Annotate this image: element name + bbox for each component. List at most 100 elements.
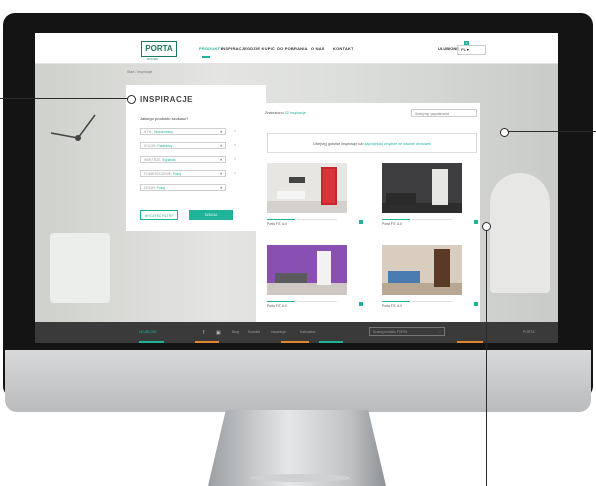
language-select[interactable]: PL ▾ xyxy=(457,45,486,55)
filter-label: STYL: xyxy=(144,130,154,134)
favorite-icon[interactable] xyxy=(359,220,363,224)
monitor-chin xyxy=(5,350,591,412)
favorite-icon[interactable] xyxy=(359,302,363,306)
card-caption: Porta FIT, A.0 xyxy=(382,222,402,226)
filter-value: Pokój xyxy=(172,172,182,176)
bottom-link-inspiracje[interactable]: Inspiracje xyxy=(271,330,286,334)
filter-label: DRZWI: xyxy=(144,186,156,190)
chevron-down-icon: ▾ xyxy=(466,47,469,52)
filter-label: KOLOR: xyxy=(144,144,157,148)
filter-select-styl[interactable]: STYL: Nowoczesny ▾ xyxy=(140,128,226,135)
plant-decoration xyxy=(490,173,550,293)
bottom-link-blog[interactable]: Blog xyxy=(232,330,239,334)
logo-subtitle: DOORS xyxy=(147,57,159,61)
nav-do-pobrania[interactable]: DO POBRANIA xyxy=(277,46,308,51)
results-count-prefix: Znaleziono xyxy=(265,111,284,115)
sort-select[interactable]: Sortuj wg: popularności xyxy=(411,109,477,117)
reset-filters-button[interactable]: WYCZYŚĆ FILTRY xyxy=(140,210,178,220)
youtube-icon[interactable]: ▣ xyxy=(216,330,221,336)
card-photo-purple-room xyxy=(267,245,347,295)
bottom-favorites[interactable]: ULUBIONE xyxy=(139,330,157,334)
filter-select-wnetrze[interactable]: WNĘTRZE: Sypialnia ▾ xyxy=(140,156,226,163)
bottom-right-link[interactable]: PORTA xyxy=(523,330,535,334)
card-caption: Porta FIT, A.0 xyxy=(267,304,287,308)
callout-marker xyxy=(482,222,491,231)
card-caption: Porta FIT, A.0 xyxy=(382,304,402,308)
chevron-down-icon: ▾ xyxy=(220,186,222,190)
page-title: INSPIRACJE xyxy=(140,95,194,104)
favorite-icon[interactable] xyxy=(474,302,478,306)
callout-marker xyxy=(127,95,136,104)
inspiration-card[interactable]: Porta FIT, A.0 xyxy=(382,163,482,231)
favorites-link[interactable]: ULUBIONE xyxy=(438,46,459,51)
search-icon[interactable]: ⌕ xyxy=(439,328,441,337)
porta-logo[interactable]: PORTA xyxy=(141,41,177,57)
filter-label: WNĘTRZE: xyxy=(144,158,162,162)
callout-line xyxy=(486,227,488,486)
site-header: PORTA DOORS PRODUKTY INSPIRACJE GDZIE KU… xyxy=(35,33,558,64)
language-value: PL xyxy=(461,47,466,52)
orange-accent-bar xyxy=(195,341,219,343)
chevron-down-icon: ▾ xyxy=(220,144,222,148)
results-count: Znaleziono 32 inspiracje xyxy=(265,111,306,115)
vase-decoration xyxy=(50,233,110,303)
breadcrumb[interactable]: Start / Inspiracje xyxy=(127,70,152,78)
clear-filter-icon[interactable]: × xyxy=(234,156,236,161)
wall-clock-decoration xyxy=(50,114,96,141)
search-button[interactable]: SZUKAJ xyxy=(189,210,233,220)
promo-banner: Obejrzyj gotowe inspiracje lub zaprojekt… xyxy=(267,133,477,153)
card-accent-line xyxy=(382,219,410,220)
card-divider xyxy=(412,301,452,302)
bottom-toolbar: ULUBIONE f ▣ Blog Kontakt Inspiracje Kal… xyxy=(35,322,558,343)
sort-value: Sortuj wg: popularności xyxy=(415,112,450,116)
filter-value: Pokój xyxy=(156,186,165,190)
nav-inspiracje[interactable]: INSPIRACJE xyxy=(221,46,247,51)
nav-active-indicator xyxy=(202,56,210,58)
chevron-down-icon: ▾ xyxy=(220,130,222,134)
nav-produkty[interactable]: PRODUKTY xyxy=(199,46,223,51)
bottom-link-kalkulator[interactable]: Kalkulator xyxy=(300,330,316,334)
inspiration-card[interactable]: Porta FIT, A.0 xyxy=(267,163,367,231)
nav-gdzie-kupic[interactable]: GDZIE KUPIĆ xyxy=(247,46,275,51)
filter-value: Pastelowy xyxy=(157,144,173,148)
filter-question: Jakiego produktu szukasz? xyxy=(140,116,189,121)
promo-text: Obejrzyj gotowe inspiracje lub xyxy=(313,142,364,146)
results-panel: Znaleziono 32 inspiracje Sortuj wg: popu… xyxy=(256,103,480,333)
card-divider xyxy=(297,219,337,220)
card-accent-line xyxy=(382,301,410,302)
filter-select-drzwi[interactable]: DRZWI: Pokój ▾ xyxy=(140,184,226,191)
filter-panel: INSPIRACJE Jakiego produktu szukasz? STY… xyxy=(126,85,266,231)
filter-value: Sypialnia xyxy=(162,158,176,162)
filter-select-pomieszczenie[interactable]: POMIESZCZENIE: Pokój ▾ xyxy=(140,170,226,177)
nav-kontakt[interactable]: KONTAKT xyxy=(333,46,354,51)
orange-accent-bar xyxy=(457,341,483,343)
callout-line xyxy=(0,98,128,100)
promo-link[interactable]: zaprojektuj wnętrze ze swoimi drzwiami xyxy=(365,142,431,146)
bottom-link-kontakt[interactable]: Kontakt xyxy=(248,330,260,334)
card-photo-red-door xyxy=(267,163,347,213)
inspiration-card[interactable]: Porta FIT, A.0 xyxy=(267,245,367,313)
teal-accent-bar xyxy=(319,341,343,343)
callout-marker xyxy=(500,128,509,137)
search-input[interactable]: Szukaj produktu PORTA ⌕ xyxy=(369,327,445,336)
filter-select-kolor[interactable]: KOLOR: Pastelowy ▾ xyxy=(140,142,226,149)
stand-shadow xyxy=(250,474,350,482)
nav-o-nas[interactable]: O NAS xyxy=(311,46,325,51)
card-accent-line xyxy=(267,219,295,220)
results-count-value: 32 inspiracje xyxy=(284,111,306,115)
clear-filter-icon[interactable]: × xyxy=(234,170,236,175)
clear-filter-icon[interactable]: × xyxy=(234,128,236,133)
card-caption: Porta FIT, A.0 xyxy=(267,222,287,226)
chevron-down-icon: ▾ xyxy=(220,172,222,176)
website-screen: PORTA DOORS PRODUKTY INSPIRACJE GDZIE KU… xyxy=(35,33,558,343)
favorite-icon[interactable] xyxy=(474,220,478,224)
facebook-icon[interactable]: f xyxy=(203,330,204,336)
filter-label: POMIESZCZENIE: xyxy=(144,172,172,176)
card-accent-line xyxy=(267,301,295,302)
card-divider xyxy=(297,301,337,302)
clear-filter-icon[interactable]: × xyxy=(234,142,236,147)
filter-value: Nowoczesny xyxy=(154,130,173,134)
search-placeholder: Szukaj produktu PORTA xyxy=(373,330,408,334)
inspiration-card[interactable]: Porta FIT, A.0 xyxy=(382,245,482,313)
chevron-down-icon: ▾ xyxy=(220,158,222,162)
